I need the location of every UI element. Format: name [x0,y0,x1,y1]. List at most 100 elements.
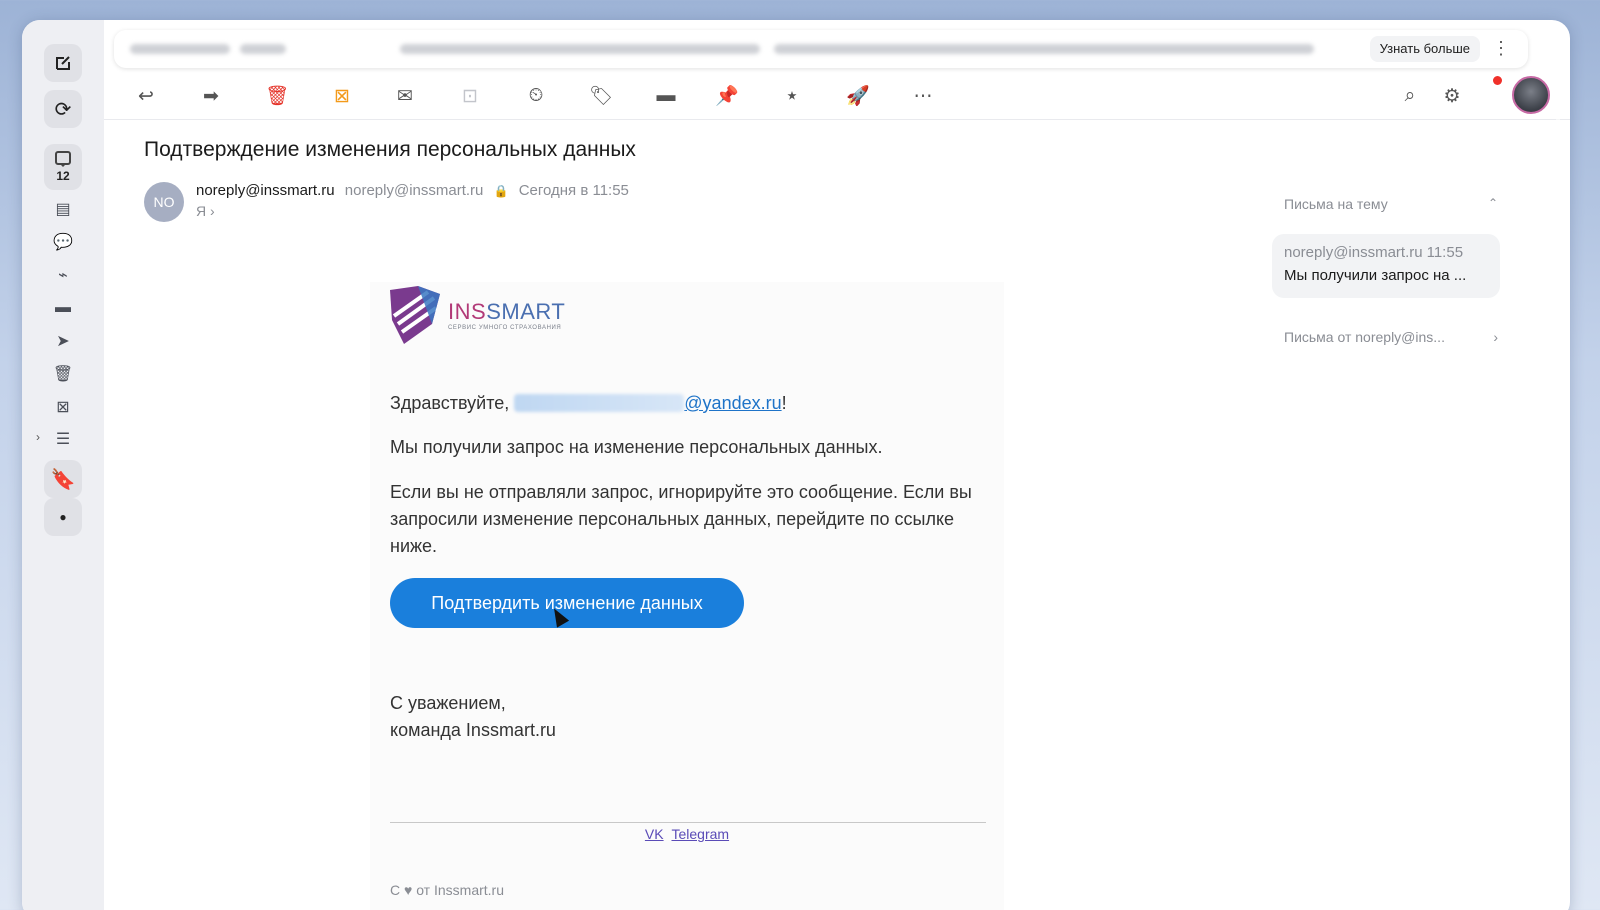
logo-text-suffix: SMART [486,299,566,324]
blurred-email-username [514,394,685,412]
secure-lock-icon: 🔒 [493,184,509,198]
sidebar-item-bookmarks[interactable]: 🔖 [44,460,82,498]
attachment-icon: ⌁ [58,267,68,284]
sidebar-item-chats[interactable]: 💬 [50,229,76,255]
spam-button[interactable]: ⊠ [328,82,356,110]
sidebar-item-inbox[interactable]: 12 [44,144,82,190]
move-to-folder-button[interactable]: ▬ [652,82,680,110]
greeting-email-link[interactable]: @yandex.ru [684,393,781,413]
inssmart-logo: INSSMART СЕРВИС УМНОГО СТРАХОВАНИЯ [388,284,565,346]
sent-icon: ➤ [56,333,70,350]
more-icon: ⋯ [913,85,933,107]
sender-line: noreply@inssmart.ru noreply@inssmart.ru … [196,182,629,199]
refresh-button[interactable]: ⟳ [44,90,82,128]
more-vertical-icon[interactable]: ⋮ [1492,38,1510,59]
ad-banner[interactable]: Узнать больше ⋮ [114,30,1528,68]
reply-button[interactable]: ↩ [132,82,160,110]
shield-logo-icon [390,286,440,344]
email-footer: С ♥ от Inssmart.ru [390,882,504,898]
spam-icon: ⊠ [334,85,350,107]
sender-avatar[interactable]: NO [144,182,184,222]
logo-tagline: СЕРВИС УМНОГО СТРАХОВАНИЯ [448,325,562,331]
pin-icon: 📌 [715,86,739,107]
recipient-toggle[interactable]: Я › [196,203,215,219]
settings-button[interactable]: ⚙ [1438,82,1466,110]
sidebar-item-folders[interactable]: ▬ [50,295,76,321]
sidebar-item-spam[interactable]: ⊠ [50,394,76,420]
more-actions-button[interactable]: ⋯ [909,82,937,110]
mail-window: ⟳ 12 ▤ 💬 ⌁ ▬ ➤ 🗑 ⊠ › ☰ 🔖 ● Узнать больше… [22,20,1570,910]
thread-item-sender: noreply@inssmart.ru [1284,244,1423,261]
compose-icon [56,56,70,70]
email-subject: Подтверждение изменения персональных дан… [144,138,636,161]
recipient-label: Я [196,203,207,219]
label-icon: 🏷 [588,86,614,107]
email-date: Сегодня в 11:55 [518,182,629,199]
bookmark-icon: 🔖 [50,468,76,491]
signoff-line-2: команда Inssmart.ru [390,720,556,740]
ad-learn-more-button[interactable]: Узнать больше [1369,36,1480,62]
sidebar: ⟳ 12 ▤ 💬 ⌁ ▬ ➤ 🗑 ⊠ › ☰ 🔖 ● [22,20,104,910]
inbox-icon [55,151,71,167]
remind-button[interactable]: ⏲ [522,82,550,110]
vk-link[interactable]: VK [645,826,664,842]
telegram-link[interactable]: Telegram [671,826,729,842]
archive-icon: ▤ [55,201,71,218]
sidebar-item-sent[interactable]: ➤ [50,328,76,354]
letters-from-label: Письма от noreply@ins... [1284,329,1445,345]
logo-text-prefix: INS [448,299,487,324]
scrollbar[interactable] [1556,40,1560,660]
paragraph-request: Мы получили запрос на изменение персонал… [390,437,883,457]
spam-icon: ⊠ [56,399,70,416]
forward-button[interactable]: ➡ [197,82,225,110]
letters-from-sender-link[interactable]: Письма от noreply@ins... › [1284,329,1498,345]
sidebar-item-newsletters[interactable]: ☰ [50,426,76,452]
sidebar-item-trash[interactable]: 🗑 [50,361,76,387]
ad-blurred-text [130,44,230,54]
create-folder-button[interactable]: ⭑ [778,82,806,110]
compose-button[interactable] [44,44,82,82]
thread-header-label: Письма на тему [1284,196,1388,212]
label-button[interactable]: 🏷 [587,82,615,110]
social-links: VK Telegram [370,826,1004,842]
sender-name[interactable]: noreply@inssmart.ru [196,182,335,199]
thread-item-time: 11:55 [1426,244,1464,261]
sidebar-item-more[interactable]: ● [44,498,82,536]
archive-icon: ⊡ [462,85,478,107]
chevron-right-icon: › [210,203,215,219]
thread-header[interactable]: Письма на тему ⌃ [1284,196,1498,212]
chat-icon: 💬 [53,234,73,251]
archive-button[interactable]: ⊡ [456,82,484,110]
email-content: INSSMART СЕРВИС УМНОГО СТРАХОВАНИЯ Здрав… [370,282,1004,910]
thread-item[interactable]: noreply@inssmart.ru 11:55 Мы получили зап… [1272,234,1500,298]
mark-unread-icon: ✉ [397,85,413,107]
mark-unread-button[interactable]: ✉ [391,82,419,110]
sidebar-item-archive[interactable]: ▤ [50,196,76,222]
search-button[interactable]: ⌕ [1396,82,1424,110]
greeting-suffix: ! [781,393,787,413]
inbox-count: 12 [56,169,70,183]
ad-blurred-text [240,44,286,54]
forward-icon: ➡ [203,85,219,107]
paragraph-instructions: Если вы не отправляли запрос, игнорируйт… [390,482,972,556]
ad-blurred-text [400,44,760,54]
sidebar-item-attachments[interactable]: ⌁ [50,262,76,288]
pin-button[interactable]: 📌 [713,82,741,110]
sender-address[interactable]: noreply@inssmart.ru [345,182,484,199]
trash-icon: 🗑 [52,366,74,383]
create-folder-icon: ⭑ [786,85,798,106]
thread-item-preview: Мы получили запрос на ... [1284,267,1467,284]
filter-icon: 🚀 [846,86,870,107]
user-avatar[interactable] [1512,76,1550,114]
search-icon: ⌕ [1404,85,1416,106]
delete-button[interactable]: 🗑 [263,82,291,110]
settings-icon: ⚙ [1443,85,1461,107]
chevron-up-icon: ⌃ [1487,196,1498,210]
filter-button[interactable]: 🚀 [844,82,872,110]
move-to-folder-icon: ▬ [656,85,676,106]
expand-folders-button[interactable]: › [36,430,40,444]
folder-icon: ▬ [55,299,71,316]
greeting-prefix: Здравствуйте, [390,393,515,413]
remind-icon: ⏲ [528,85,544,106]
signoff-line-1: С уважением, [390,693,506,713]
